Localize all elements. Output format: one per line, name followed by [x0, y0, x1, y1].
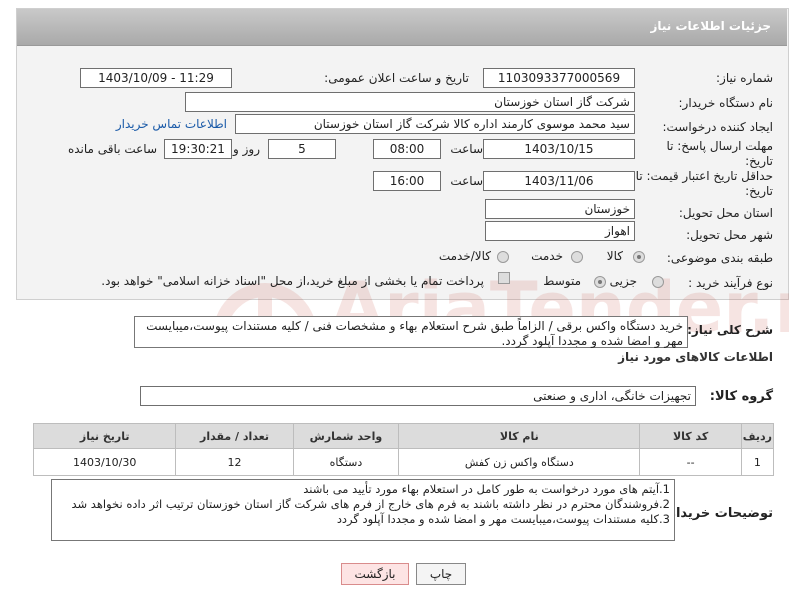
need-number-label: شماره نیاز:: [716, 71, 773, 85]
category-radio-goods[interactable]: [633, 251, 645, 263]
contact-info-link[interactable]: اطلاعات تماس خریدار: [116, 117, 227, 131]
print-button[interactable]: چاپ: [416, 563, 466, 585]
validity-label-2: تاریخ:: [745, 184, 773, 198]
validity-date-field: 1403/11/06: [483, 171, 635, 191]
process-radio-minor[interactable]: [652, 276, 664, 288]
buyer-org-field: شرکت گاز استان خوزستان: [185, 92, 635, 112]
cell-row-number: 1: [740, 448, 775, 476]
cell-name: دستگاه واکس زن کفش: [398, 448, 641, 476]
col-header-row-number: ردیف: [740, 423, 775, 449]
province-field: خوزستان: [485, 199, 635, 219]
process-label: نوع فرآیند خرید :: [688, 276, 773, 290]
table-row: 1 -- دستگاه واکس زن کفش دستگاه 12 1403/1…: [32, 448, 775, 476]
col-header-quantity: تعداد / مقدار: [175, 423, 294, 449]
col-header-name: نام کالا: [398, 423, 641, 449]
category-radio-service[interactable]: [571, 251, 583, 263]
category-option-service: خدمت: [531, 249, 563, 263]
goods-table: ردیف کد کالا نام کالا واحد شمارش تعداد /…: [32, 423, 775, 476]
category-option-goods: کالا: [606, 249, 623, 263]
days-label: روز و: [233, 142, 260, 156]
summary-label: شرح کلی نیاز:: [687, 323, 773, 337]
process-option-minor: جزیی: [609, 274, 637, 288]
buyer-note-line-3: 3.کلیه مستندات پیوست،میبایست مهر و امضا …: [336, 512, 670, 526]
category-label: طبقه بندی موضوعی:: [666, 251, 773, 265]
validity-time-field: 16:00: [373, 171, 441, 191]
panel-header: جزئیات اطلاعات نیاز: [17, 9, 787, 46]
days-field: 5: [268, 139, 336, 159]
page-title: جزئیات اطلاعات نیاز: [650, 19, 771, 33]
remaining-time-field: 19:30:21: [164, 139, 232, 159]
cell-unit: دستگاه: [292, 448, 400, 476]
validity-time-label: ساعت: [450, 174, 483, 188]
goods-section-title: اطلاعات کالاهای مورد نیاز: [618, 350, 773, 364]
deadline-time-field: 08:00: [373, 139, 441, 159]
province-label: استان محل تحویل:: [678, 206, 773, 220]
buyer-notes-label: توضیحات خریدار:: [663, 506, 773, 521]
cell-code: --: [639, 448, 742, 476]
goods-group-label: گروه کالا:: [709, 389, 773, 404]
city-label: شهر محل تحویل:: [686, 228, 773, 242]
category-option-both: کالا/خدمت: [438, 249, 491, 263]
cell-quantity: 12: [175, 448, 294, 476]
summary-text: خرید دستگاه واکس برقی / الزاماً طبق شرح …: [134, 316, 688, 348]
announce-field: 1403/10/09 - 11:29: [80, 68, 232, 88]
goods-table-header-row: ردیف کد کالا نام کالا واحد شمارش تعداد /…: [32, 423, 775, 449]
creator-label: ایجاد کننده درخواست:: [662, 120, 773, 134]
treasury-payment-checkbox[interactable]: [498, 272, 510, 284]
deadline-date-field: 1403/10/15: [483, 139, 635, 159]
process-radio-medium[interactable]: [594, 276, 606, 288]
validity-label-1: حداقل تاریخ اعتبار قیمت: تا: [635, 169, 773, 183]
treasury-payment-note: پرداخت تمام یا بخشی از مبلغ خرید،از محل …: [101, 274, 484, 288]
deadline-label-1: مهلت ارسال پاسخ: تا: [666, 139, 773, 153]
creator-field: سید محمد موسوی کارمند اداره کالا شرکت گا…: [235, 114, 635, 134]
col-header-unit: واحد شمارش: [292, 423, 400, 449]
city-field: اهواز: [485, 221, 635, 241]
goods-group-field: تجهیزات خانگی، اداری و صنعتی: [140, 386, 696, 406]
buyer-note-line-1: 1.آیتم های مورد درخواست به طور کامل در ا…: [303, 482, 670, 496]
announce-label: تاریخ و ساعت اعلان عمومی:: [324, 71, 469, 85]
process-option-medium: متوسط: [543, 274, 581, 288]
buyer-notes-box: 1.آیتم های مورد درخواست به طور کامل در ا…: [51, 479, 675, 541]
deadline-time-label: ساعت: [450, 142, 483, 156]
buyer-org-label: نام دستگاه خریدار:: [678, 96, 774, 110]
col-header-need-date: تاریخ نیاز: [32, 423, 177, 449]
cell-need-date: 1403/10/30: [32, 448, 177, 476]
need-number-field: 1103093377000569: [483, 68, 635, 88]
col-header-code: کد کالا: [639, 423, 742, 449]
deadline-label-2: تاریخ:: [745, 154, 773, 168]
buyer-note-line-2: 2.فروشندگان محترم در نظر داشته باشند به …: [71, 497, 670, 511]
category-radio-both[interactable]: [497, 251, 509, 263]
back-button[interactable]: بازگشت: [341, 563, 409, 585]
remaining-label: ساعت باقی مانده: [67, 142, 157, 156]
